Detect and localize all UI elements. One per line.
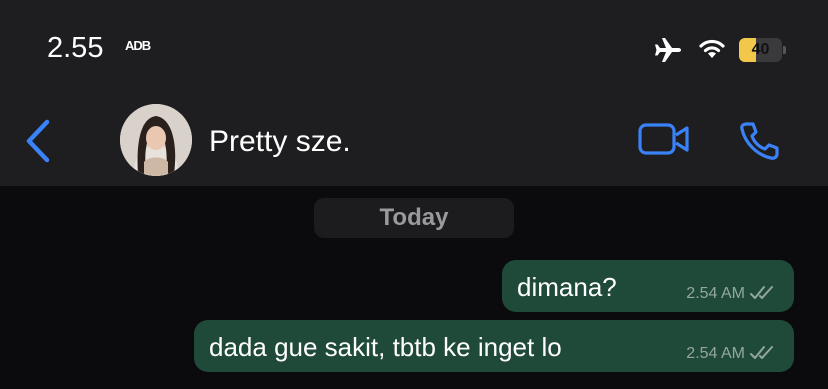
- message-text: dada gue sakit, tbtb ke inget lo: [209, 332, 562, 362]
- contact-name[interactable]: Pretty sze.: [209, 125, 351, 159]
- battery-tip: [783, 46, 786, 54]
- double-check-icon: [750, 285, 776, 306]
- double-check-icon: [750, 345, 776, 366]
- battery-percent: 40: [751, 41, 770, 58]
- status-time-suffix: ADB: [125, 38, 151, 53]
- avatar[interactable]: [120, 104, 192, 176]
- back-chevron-icon[interactable]: [24, 119, 52, 168]
- message-bubble-outgoing[interactable]: dimana? 2.54 AM: [502, 260, 794, 312]
- message-text: dimana?: [517, 272, 617, 302]
- wifi-icon: [697, 36, 727, 65]
- message-bubble-outgoing[interactable]: dada gue sakit, tbtb ke inget lo 2.54 AM: [194, 320, 794, 372]
- chat-header: 2.55 ADB 40 Pretty sze.: [0, 0, 828, 186]
- message-time: 2.54 AM: [686, 345, 745, 362]
- status-time: 2.55: [47, 32, 104, 64]
- battery-body: 40: [739, 38, 782, 62]
- airplane-icon: [654, 37, 684, 68]
- video-call-icon[interactable]: [638, 121, 690, 162]
- battery-icon: 40: [739, 38, 786, 62]
- phone-icon[interactable]: [739, 121, 781, 166]
- message-time: 2.54 AM: [686, 285, 745, 302]
- date-separator: Today: [314, 198, 514, 238]
